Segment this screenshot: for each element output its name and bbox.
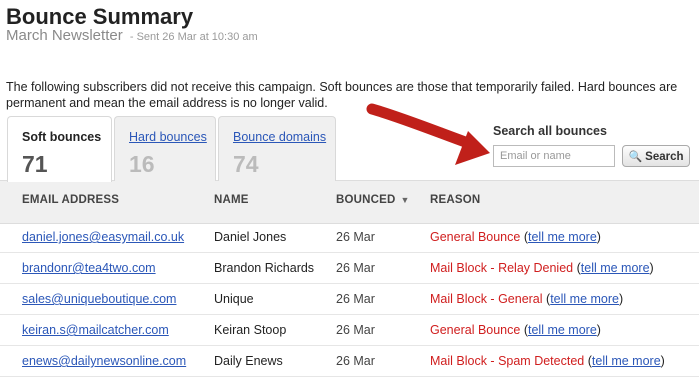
- column-header-bounced[interactable]: BOUNCED ▼: [336, 194, 410, 206]
- row-email-link[interactable]: enews@dailynewsonline.com: [22, 354, 186, 368]
- column-header-name[interactable]: NAME: [214, 194, 249, 206]
- table-row: sales@uniqueboutique.com Unique 26 Mar M…: [0, 284, 699, 315]
- tab-hard-bounces-link[interactable]: Hard bounces: [129, 130, 207, 144]
- row-bounced-date: 26 Mar: [336, 323, 375, 337]
- campaign-name: March Newsletter: [6, 27, 123, 44]
- row-email-link[interactable]: sales@uniqueboutique.com: [22, 292, 176, 306]
- tab-bounce-domains-count: 74: [233, 151, 259, 177]
- tab-soft-bounces[interactable]: Soft bounces 71: [7, 116, 112, 182]
- row-reason-text: Mail Block - Relay Denied: [430, 261, 574, 275]
- tell-me-more-link[interactable]: tell me more: [592, 354, 661, 368]
- table-row: enews@dailynewsonline.com Daily Enews 26…: [0, 346, 699, 377]
- tab-soft-bounces-count: 71: [22, 151, 48, 177]
- tab-bounce-domains-link[interactable]: Bounce domains: [233, 130, 326, 144]
- column-header-reason[interactable]: REASON: [430, 194, 480, 206]
- tell-me-more-link[interactable]: tell me more: [550, 292, 619, 306]
- row-name: Daily Enews: [214, 354, 283, 368]
- tab-hard-bounces-count: 16: [129, 151, 155, 177]
- row-bounced-date: 26 Mar: [336, 354, 375, 368]
- row-name: Unique: [214, 292, 254, 306]
- row-reason: Mail Block - Relay Denied (tell me more): [430, 261, 654, 275]
- sort-down-icon: ▼: [400, 195, 410, 205]
- row-name: Daniel Jones: [214, 230, 287, 244]
- row-bounced-date: 26 Mar: [336, 230, 375, 244]
- tell-me-more-link[interactable]: tell me more: [581, 261, 650, 275]
- row-email-link[interactable]: brandonr@tea4two.com: [22, 261, 156, 275]
- sent-timestamp: - Sent 26 Mar at 10:30 am: [129, 31, 258, 43]
- row-name: Brandon Richards: [214, 261, 315, 275]
- row-reason: Mail Block - General (tell me more): [430, 292, 624, 306]
- row-name: Keiran Stoop: [214, 323, 287, 337]
- magnifier-icon: 🔍: [628, 150, 643, 163]
- table-row: keiran.s@mailcatcher.com Keiran Stoop 26…: [0, 315, 699, 346]
- column-header-email[interactable]: EMAIL ADDRESS: [22, 194, 119, 206]
- row-reason: Mail Block - Spam Detected (tell me more…: [430, 354, 665, 368]
- table-row: daniel.jones@easymail.co.uk Daniel Jones…: [0, 222, 699, 253]
- search-label: Search all bounces: [493, 124, 607, 138]
- table-row: brandonr@tea4two.com Brandon Richards 26…: [0, 253, 699, 284]
- page-description: The following subscribers did not receiv…: [6, 79, 678, 110]
- row-email-link[interactable]: daniel.jones@easymail.co.uk: [22, 230, 184, 244]
- row-email-link[interactable]: keiran.s@mailcatcher.com: [22, 323, 169, 337]
- search-input[interactable]: [493, 145, 615, 167]
- row-reason-text: Mail Block - Spam Detected: [430, 354, 585, 368]
- search-button-label: Search: [645, 150, 684, 163]
- row-bounced-date: 26 Mar: [336, 292, 375, 306]
- row-bounced-date: 26 Mar: [336, 261, 375, 275]
- tell-me-more-link[interactable]: tell me more: [528, 323, 597, 337]
- red-arrow-icon: [366, 103, 490, 165]
- row-reason: General Bounce (tell me more): [430, 323, 601, 337]
- row-reason: General Bounce (tell me more): [430, 230, 601, 244]
- campaign-subtitle: March Newsletter - Sent 26 Mar at 10:30 …: [6, 27, 258, 44]
- row-reason-text: Mail Block - General: [430, 292, 543, 306]
- tab-soft-bounces-label: Soft bounces: [22, 130, 102, 144]
- column-header-bounced-label: BOUNCED: [336, 194, 396, 206]
- search-button[interactable]: 🔍 Search: [622, 145, 690, 167]
- row-reason-text: General Bounce: [430, 323, 521, 337]
- tab-hard-bounces[interactable]: Hard bounces 16: [114, 116, 216, 181]
- tab-bounce-domains[interactable]: Bounce domains 74: [218, 116, 336, 181]
- tell-me-more-link[interactable]: tell me more: [528, 230, 597, 244]
- row-reason-text: General Bounce: [430, 230, 521, 244]
